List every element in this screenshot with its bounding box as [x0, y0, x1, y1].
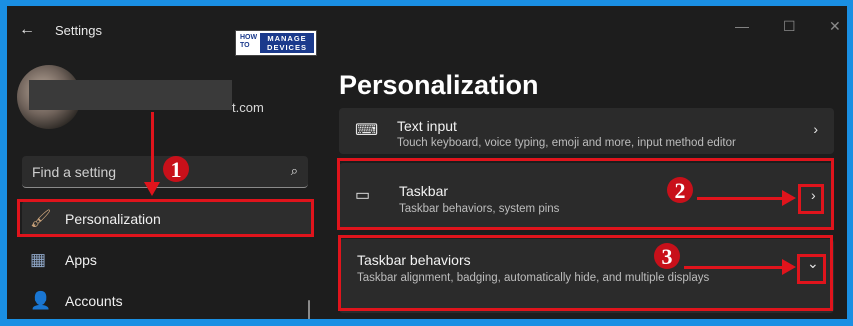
sidebar-item-label: Accounts: [65, 293, 123, 309]
minimize-icon[interactable]: —: [735, 18, 749, 34]
brush-icon: 🖌: [30, 209, 52, 228]
card-title: Text input: [397, 118, 457, 134]
maximize-icon[interactable]: ☐: [783, 18, 796, 35]
back-arrow-icon[interactable]: ←: [19, 22, 35, 38]
chevron-right-icon[interactable]: ›: [811, 187, 816, 203]
step-badge-3: 3: [654, 243, 680, 269]
card-subtitle: Taskbar alignment, badging, automaticall…: [357, 272, 710, 284]
card-title: Taskbar behaviors: [357, 252, 471, 268]
chevron-down-icon[interactable]: ⌄: [807, 255, 819, 272]
chevron-right-icon[interactable]: ›: [813, 121, 818, 137]
taskbar-behaviors-card[interactable]: Taskbar behaviors Taskbar alignment, bad…: [339, 239, 834, 313]
step-badge-1: 1: [163, 156, 189, 182]
sidebar-item-label: Apps: [65, 252, 97, 268]
search-placeholder: Find a setting: [32, 164, 117, 180]
close-icon[interactable]: ✕: [829, 18, 841, 35]
settings-window: ← Settings HOW TO MANAGE DEVICES — ☐ ✕ t…: [7, 6, 847, 319]
logo-manage: MANAGE: [267, 34, 307, 43]
apps-icon: ▦: [30, 250, 47, 269]
sidebar: t.com Find a setting ⌕ 🖌 Personalization…: [7, 50, 327, 319]
main-content: Personalization ⌨ Text input Touch keybo…: [327, 50, 847, 319]
logo-how-to: HOW TO: [240, 34, 258, 49]
sidebar-item-label: Personalization: [65, 211, 161, 227]
page-title: Personalization: [339, 70, 539, 100]
text-input-card[interactable]: ⌨ Text input Touch keyboard, voice typin…: [339, 108, 834, 154]
app-title: Settings: [55, 23, 102, 38]
sidebar-item-personalization[interactable]: 🖌 Personalization: [22, 201, 312, 237]
card-subtitle: Taskbar behaviors, system pins: [399, 203, 560, 215]
sidebar-item-accounts[interactable]: 👤 Accounts: [22, 283, 312, 319]
sidebar-scrollbar[interactable]: [308, 300, 310, 319]
title-bar: ← Settings HOW TO MANAGE DEVICES — ☐ ✕: [7, 6, 847, 56]
redacted-account-name: [29, 80, 232, 110]
sidebar-item-apps[interactable]: ▦ Apps: [22, 242, 312, 278]
keyboard-icon: ⌨: [355, 122, 379, 139]
accounts-icon: 👤: [30, 291, 52, 310]
search-icon[interactable]: ⌕: [291, 163, 298, 179]
step-badge-2: 2: [667, 177, 693, 203]
taskbar-card[interactable]: ▭ Taskbar Taskbar behaviors, system pins…: [339, 163, 834, 229]
account-email: t.com: [232, 100, 264, 115]
card-subtitle: Touch keyboard, voice typing, emoji and …: [397, 137, 736, 149]
taskbar-icon: ▭: [355, 187, 371, 204]
card-title: Taskbar: [399, 183, 449, 199]
